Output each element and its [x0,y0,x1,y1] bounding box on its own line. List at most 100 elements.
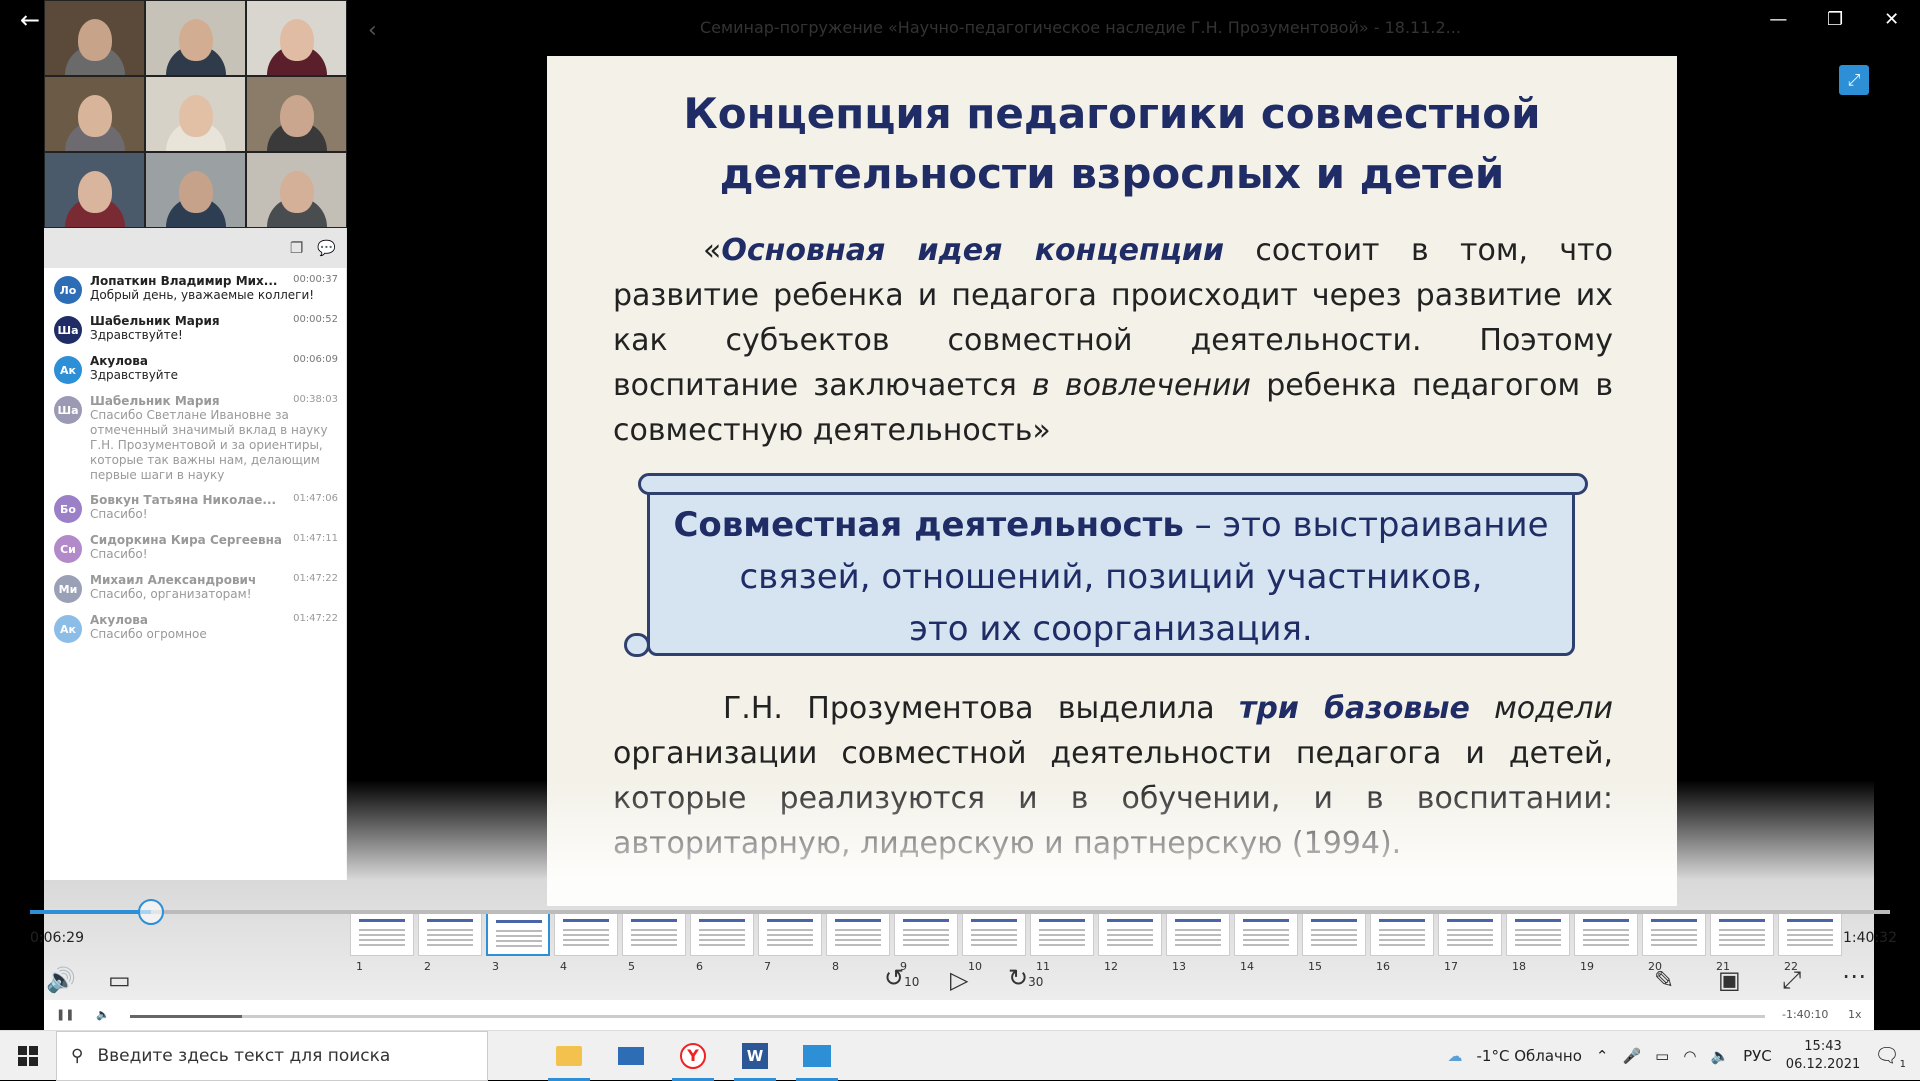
slide-thumbnail[interactable] [1234,910,1298,956]
clock[interactable]: 15:43 06.12.2021 [1786,1038,1860,1074]
slide-thumbnail[interactable] [1778,910,1842,956]
file-explorer-icon[interactable] [538,1031,600,1081]
slide-thumbnail-strip[interactable] [350,910,1880,960]
avatar: Ми [54,575,82,603]
play-button[interactable]: ▷ [950,966,968,994]
participant-video-tile[interactable] [44,0,145,76]
participant-video-tile[interactable] [44,152,145,228]
mini-progress-bar[interactable] [130,1015,1765,1018]
slide-thumbnail[interactable] [350,910,414,956]
slide-thumbnail[interactable] [486,910,550,956]
participant-video-tile[interactable] [246,152,347,228]
slide-thumbnail[interactable] [1574,910,1638,956]
notification-icon[interactable]: 🗨1 [1874,1043,1906,1070]
chat-message: Ак Акулова 01:47:22 Спасибо огромное [44,607,346,647]
slide-title-line-1: Концепция педагогики совместной [547,84,1677,144]
more-options-icon[interactable]: ⋯ [1842,962,1866,990]
slide-thumbnail[interactable] [418,910,482,956]
participant-video-tile[interactable] [145,0,246,76]
participant-face [78,95,112,137]
participant-video-tile[interactable] [246,76,347,152]
copy-icon[interactable]: ❐ [290,239,303,257]
mail-icon[interactable] [600,1031,662,1081]
picture-in-picture-icon[interactable]: ▣ [1718,966,1741,994]
slide-thumbnail[interactable] [1506,910,1570,956]
chat-bubble-icon[interactable]: 💬 [317,239,336,257]
media-player-icon[interactable] [786,1031,848,1081]
word-icon[interactable]: W [724,1031,786,1081]
scroll-bottom-curl [624,633,650,657]
slide-thumbnail[interactable] [1098,910,1162,956]
forward-button[interactable]: ↻30 [1008,964,1043,992]
collapse-panel-chevron-icon[interactable]: ‹ [368,18,377,43]
slide-thumbnail[interactable] [758,910,822,956]
taskbar-search-box[interactable]: ⚲ Введите здесь текст для поиска [56,1031,488,1081]
playback-progress-bar[interactable] [30,910,1890,914]
slide-thumbnail-number: 10 [968,960,982,973]
total-time: 1:40:32 [1843,930,1897,946]
participant-video-tile[interactable] [246,0,347,76]
expand-icon[interactable]: ⤢ [1782,966,1801,994]
slide-thumbnail-number: 17 [1444,960,1458,973]
windows-taskbar: ⚲ Введите здесь текст для поиска Y W ☁ -… [0,1030,1920,1080]
microphone-icon[interactable]: 🎤 [1622,1047,1641,1065]
weather-text[interactable]: -1°C Облачно [1477,1047,1582,1065]
language-indicator[interactable]: РУС [1743,1047,1772,1065]
sender-name: Акулова [90,613,148,627]
participant-video-tile[interactable] [145,152,246,228]
fullscreen-expand-icon[interactable]: ⤢ [1839,65,1869,95]
volume-icon[interactable]: 🔊 [46,966,76,994]
slide-thumbnail[interactable] [1030,910,1094,956]
mini-pause-icon[interactable]: ❚❚ [56,1008,74,1021]
avatar: Си [54,535,82,563]
slide-thumbnail[interactable] [1710,910,1774,956]
slide-paragraph-1: «Основная идея концепции состоит в том, … [613,228,1613,453]
battery-icon[interactable]: ▭ [1655,1047,1669,1065]
chat-header: ❐ 💬 [44,228,346,268]
participant-video-tile[interactable] [145,76,246,152]
avatar: Бо [54,495,82,523]
sender-name: Михаил Александрович [90,573,256,587]
rewind-button[interactable]: ↺10 [884,964,919,992]
emphasis-text: Основная идея концепции [721,233,1224,268]
search-icon: ⚲ [71,1046,83,1066]
slide-thumbnail-number: 14 [1240,960,1254,973]
message-time: 01:47:22 [293,613,338,627]
slide-thumbnail[interactable] [554,910,618,956]
yandex-browser-icon[interactable]: Y [662,1031,724,1081]
italic-text: в вовлечении [1032,368,1251,403]
minimize-button[interactable]: — [1750,0,1807,40]
slide-thumbnail[interactable] [690,910,754,956]
slide-thumbnail[interactable] [826,910,890,956]
slide-thumbnail[interactable] [1642,910,1706,956]
participant-video-tile[interactable] [44,76,145,152]
slide-thumbnail-number: 18 [1512,960,1526,973]
start-button[interactable] [0,1031,56,1081]
maximize-button[interactable]: ❐ [1807,0,1864,40]
participant-face [280,95,314,137]
participant-face [280,171,314,213]
window-controls: — ❐ ✕ [1750,0,1920,40]
mini-volume-icon[interactable]: 🔈 [96,1008,110,1021]
captions-icon[interactable]: ▭ [108,966,131,994]
slide-thumbnail[interactable] [1302,910,1366,956]
slide-thumbnail[interactable] [1438,910,1502,956]
sender-name: Лопаткин Владимир Мих... [90,274,277,288]
chevron-up-icon[interactable]: ⌃ [1596,1047,1609,1065]
slide-thumbnail[interactable] [1370,910,1434,956]
close-button[interactable]: ✕ [1863,0,1920,40]
slide-thumbnail-number: 13 [1172,960,1186,973]
slide-thumbnail[interactable] [962,910,1026,956]
chat-message-header: Акулова 00:06:09 [90,354,338,368]
speaker-icon[interactable]: 🔈 [1710,1047,1729,1065]
chat-message-body: Михаил Александрович 01:47:22 Спасибо, о… [90,573,338,603]
chat-message-header: Лопаткин Владимир Мих... 00:00:37 [90,274,338,288]
slide-thumbnail[interactable] [1166,910,1230,956]
progress-knob[interactable] [138,899,164,925]
slide-thumbnail[interactable] [894,910,958,956]
system-tray: ☁ -1°C Облачно ⌃ 🎤 ▭ ◠ 🔈 РУС 15:43 06.12… [1448,1031,1920,1081]
playback-speed[interactable]: 1x [1848,1008,1862,1021]
slide-thumbnail[interactable] [622,910,686,956]
wifi-icon[interactable]: ◠ [1683,1047,1696,1065]
pen-icon[interactable]: ✎ [1654,966,1674,994]
